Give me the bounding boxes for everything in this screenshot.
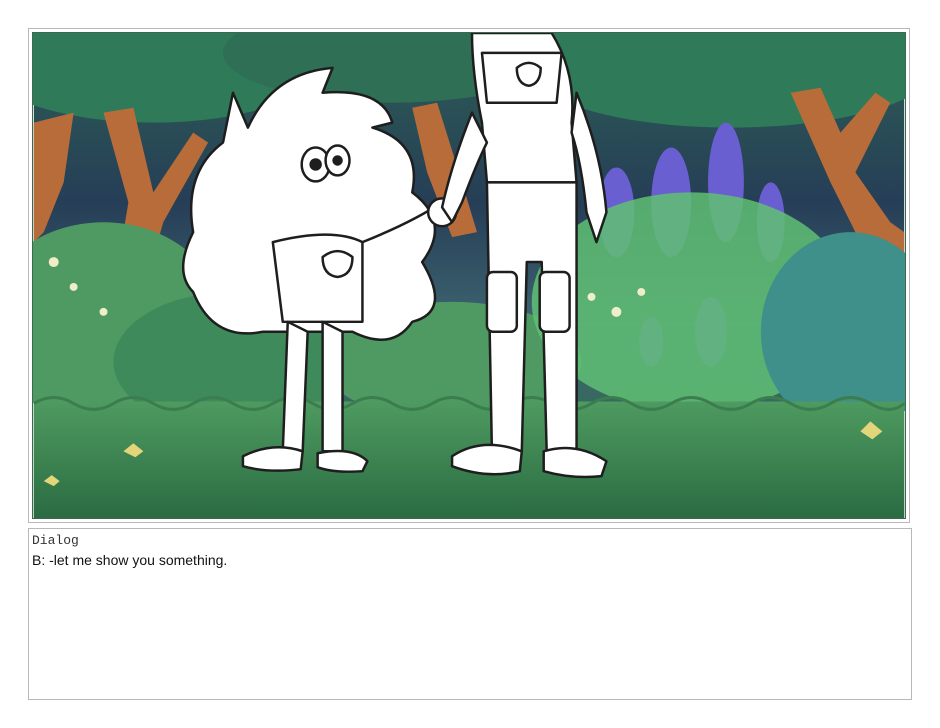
forest-scene-illustration bbox=[33, 33, 905, 518]
storyboard-panel-image bbox=[32, 32, 906, 519]
dialog-heading: Dialog bbox=[32, 533, 79, 548]
storyboard-panel-frame bbox=[28, 28, 910, 523]
dialog-text: B: -let me show you something. bbox=[32, 552, 228, 568]
dialog-box: Dialog B: -let me show you something. bbox=[28, 528, 912, 700]
